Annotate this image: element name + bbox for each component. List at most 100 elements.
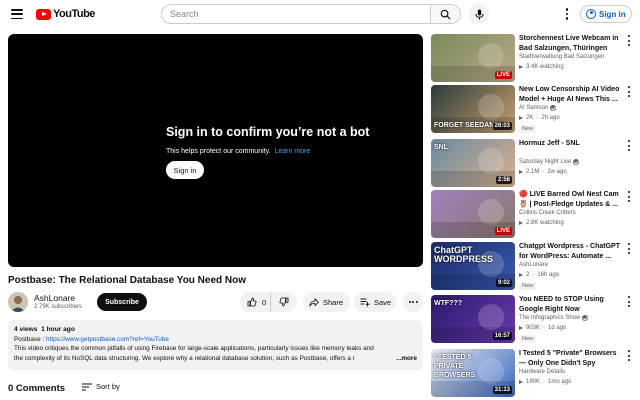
microphone-icon bbox=[475, 9, 483, 19]
thumbnail-text: WTF??? bbox=[434, 300, 462, 307]
channel-name[interactable]: AshLonare bbox=[34, 293, 75, 303]
search-button[interactable] bbox=[430, 4, 461, 24]
rec-more-icon[interactable] bbox=[626, 350, 632, 361]
rec-title[interactable]: I Tested 5 "Private" Browsers — Only One… bbox=[519, 349, 623, 368]
rec-title[interactable]: Chatgpt Wordpress - ChatGPT for WordPres… bbox=[519, 242, 623, 261]
description-text-line-1: This video critiques the common pitfalls… bbox=[14, 345, 374, 353]
new-badge: New bbox=[519, 125, 537, 133]
rec-more-icon[interactable] bbox=[626, 140, 632, 151]
sort-by-button[interactable]: Sort by bbox=[82, 382, 120, 391]
rec-more-icon[interactable] bbox=[626, 296, 632, 307]
like-count: 0 bbox=[262, 297, 267, 307]
rec-age: 2w ago bbox=[547, 169, 567, 175]
top-bar: YouTube Sign in bbox=[0, 0, 640, 28]
video-player[interactable]: Sign in to confirm you’re not a bot This… bbox=[8, 34, 423, 267]
rec-age: 1d ago bbox=[548, 325, 567, 331]
subscribe-button[interactable]: Subscribe bbox=[97, 293, 147, 311]
rec-title[interactable]: You NEED to STOP Using Google Right Now bbox=[519, 295, 623, 314]
share-label: Share bbox=[323, 297, 344, 307]
settings-more-icon[interactable] bbox=[562, 7, 572, 21]
share-icon bbox=[309, 297, 319, 306]
channel-avatar[interactable] bbox=[8, 292, 28, 312]
like-dislike-group: 0 bbox=[240, 292, 297, 312]
upload-age: 1 hour ago bbox=[41, 326, 75, 333]
views-play-icon bbox=[519, 116, 523, 120]
recommended-video[interactable]: SNL 2:58 Hormuz Jeff - SNL Saturday Nigh… bbox=[431, 139, 636, 189]
views-play-icon bbox=[519, 380, 523, 384]
views-play-icon bbox=[519, 273, 523, 277]
video-thumbnail[interactable]: ChatGPT WORDPRESS 9:02 bbox=[431, 242, 515, 290]
save-button[interactable]: Save bbox=[354, 292, 396, 312]
youtube-play-icon bbox=[36, 8, 51, 20]
rec-channel[interactable]: Saturday Night Live bbox=[519, 159, 571, 165]
view-count: 4 views bbox=[14, 326, 38, 333]
more-actions-icon[interactable] bbox=[403, 292, 423, 312]
video-thumbnail[interactable]: I TESTED 5 PRIVATE BROWSERS 31:13 bbox=[431, 349, 515, 397]
rec-channel-row: Saturday Night Live bbox=[519, 159, 580, 165]
rec-separator: · bbox=[543, 325, 546, 331]
description-more-button[interactable]: ...more bbox=[396, 354, 417, 364]
save-playlist-icon bbox=[360, 298, 370, 306]
video-thumbnail[interactable]: LIVE bbox=[431, 190, 515, 238]
views-play-icon bbox=[519, 326, 523, 330]
thumbnail-text: SNL bbox=[434, 144, 448, 151]
search-input[interactable] bbox=[161, 4, 430, 24]
bot-check-text: This helps protect our community. bbox=[166, 148, 271, 155]
verified-icon bbox=[573, 159, 580, 165]
rec-age: 16h ago bbox=[537, 272, 560, 278]
rec-channel[interactable]: AI Samson bbox=[519, 105, 548, 111]
rec-channel[interactable]: Hardware Details bbox=[519, 369, 565, 375]
rec-more-icon[interactable] bbox=[626, 191, 632, 202]
description-box[interactable]: 4 views 1 hour ago Postbase : https://ww… bbox=[8, 320, 423, 370]
rec-more-icon[interactable] bbox=[626, 243, 632, 254]
duration-badge: 31:13 bbox=[492, 386, 512, 394]
hamburger-menu-icon[interactable] bbox=[10, 7, 24, 21]
rec-stats: 2 bbox=[526, 272, 530, 278]
recommended-video[interactable]: LIVE Storchennest Live Webcam in Bad Sal… bbox=[431, 34, 636, 84]
rec-title[interactable]: Hormuz Jeff - SNL bbox=[519, 139, 623, 158]
rec-channel[interactable]: Stadtverwaltung Bad Salzungen bbox=[519, 54, 604, 60]
recommended-video[interactable]: ChatGPT WORDPRESS 9:02 Chatgpt Wordpress… bbox=[431, 242, 636, 292]
rec-title[interactable]: 🔴 LIVE Barred Owl Nest Cam 🦉 | Post-Fled… bbox=[519, 190, 623, 209]
rec-more-icon[interactable] bbox=[626, 35, 632, 46]
rec-stats: 3.4K watching bbox=[526, 64, 564, 70]
rec-channel[interactable]: AshLonare bbox=[519, 262, 548, 268]
video-title: Postbase: The Relational Database You Ne… bbox=[8, 275, 247, 286]
voice-search-button[interactable] bbox=[469, 4, 489, 24]
rec-title[interactable]: Storchennest Live Webcam in Bad Salzunge… bbox=[519, 34, 623, 53]
views-play-icon bbox=[519, 65, 523, 69]
new-badge: New bbox=[519, 335, 537, 343]
youtube-logo[interactable]: YouTube bbox=[36, 8, 95, 20]
dislike-button[interactable] bbox=[271, 292, 297, 312]
recommended-video[interactable]: FORGET SEEDANCE 26:03 New Low Censorship… bbox=[431, 85, 636, 135]
rec-channel[interactable]: Collins Creek Critters bbox=[519, 210, 576, 216]
video-thumbnail[interactable]: LIVE bbox=[431, 34, 515, 82]
rec-channel[interactable]: The Infographics Show bbox=[519, 315, 580, 321]
video-thumbnail[interactable]: FORGET SEEDANCE 26:03 bbox=[431, 85, 515, 133]
recommended-video[interactable]: LIVE 🔴 LIVE Barred Owl Nest Cam 🦉 | Post… bbox=[431, 190, 636, 240]
learn-more-link[interactable]: Learn more bbox=[274, 148, 310, 155]
rec-channel-row: AI Samson bbox=[519, 105, 557, 111]
rec-stats-row: 2 · 16h ago bbox=[519, 272, 559, 278]
sign-in-button[interactable]: Sign in bbox=[580, 5, 632, 23]
rec-more-icon[interactable] bbox=[626, 86, 632, 97]
rec-separator: · bbox=[542, 169, 545, 175]
rec-stats: 190K bbox=[526, 379, 541, 385]
like-button[interactable]: 0 bbox=[240, 292, 271, 312]
video-thumbnail[interactable]: SNL 2:58 bbox=[431, 139, 515, 187]
rec-stats-row: 2K · 2h ago bbox=[519, 115, 560, 121]
search-bar bbox=[161, 4, 461, 24]
player-sign-in-button[interactable]: Sign in bbox=[166, 161, 204, 179]
rec-stats: 2K bbox=[526, 115, 534, 121]
recommended-video[interactable]: I TESTED 5 PRIVATE BROWSERS 31:13 I Test… bbox=[431, 349, 636, 399]
new-badge: New bbox=[519, 282, 537, 290]
account-icon bbox=[586, 9, 596, 19]
bot-check-title: Sign in to confirm you’re not a bot bbox=[166, 125, 370, 139]
recommended-video[interactable]: WTF??? 16:57 You NEED to STOP Using Goog… bbox=[431, 295, 636, 345]
share-button[interactable]: Share bbox=[303, 292, 350, 312]
video-thumbnail[interactable]: WTF??? 16:57 bbox=[431, 295, 515, 343]
description-link[interactable]: https://www.getpostbase.com?ref=YouTube bbox=[46, 336, 169, 343]
live-badge: LIVE bbox=[494, 71, 512, 79]
rec-title[interactable]: New Low Censorship AI Video Model + Huge… bbox=[519, 85, 623, 104]
description-link-prefix: Postbase : bbox=[14, 335, 46, 343]
